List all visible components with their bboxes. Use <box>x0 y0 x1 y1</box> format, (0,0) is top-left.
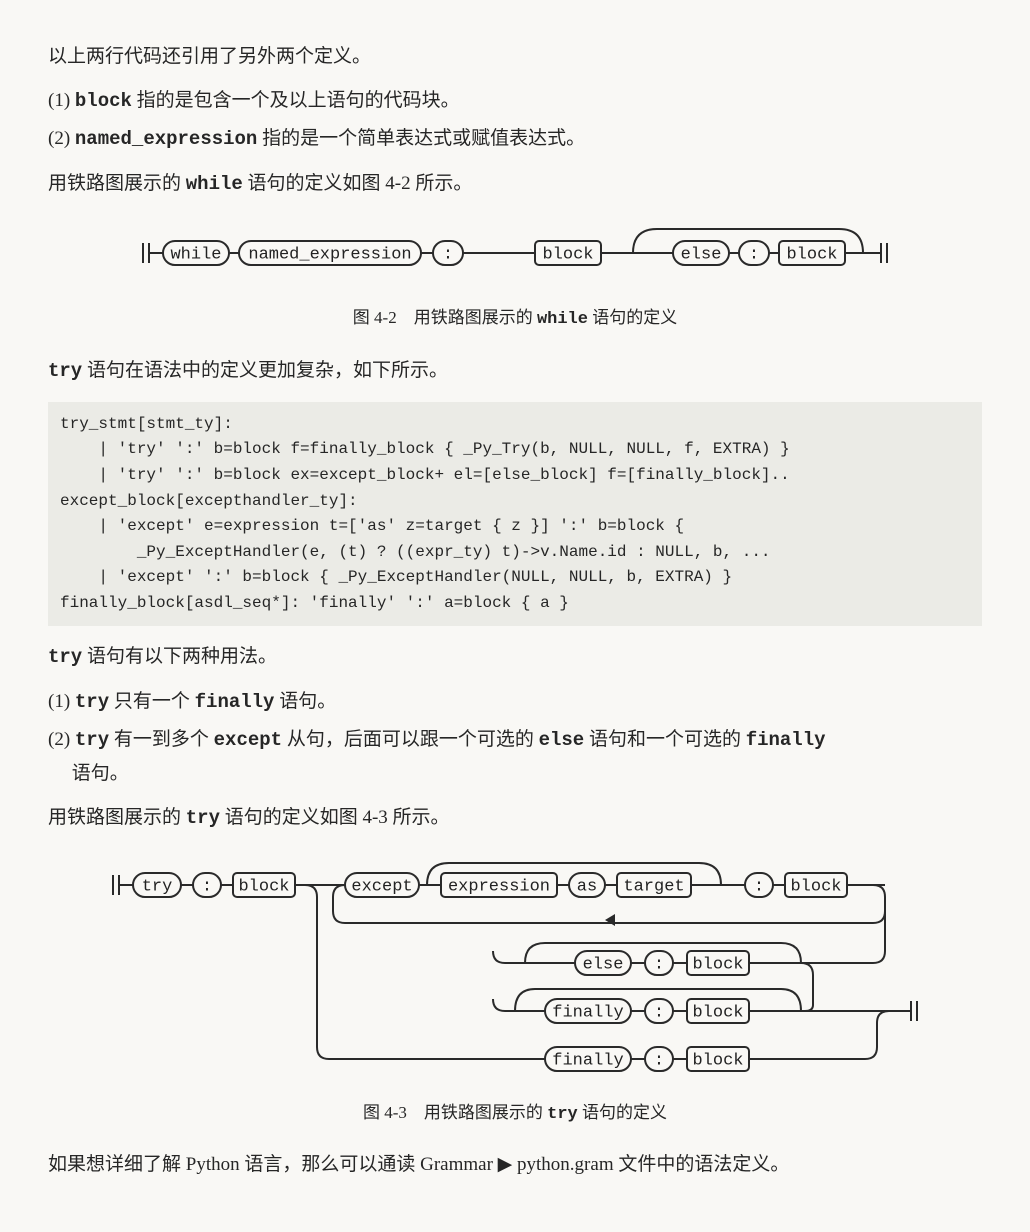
u2-e: 语句。 <box>67 763 129 784</box>
def2-suffix: 指的是一个简单表达式或赋值表达式。 <box>257 128 585 149</box>
def1-suffix: 指的是包含一个及以上语句的代码块。 <box>132 90 460 111</box>
definition-1: (1) block 指的是包含一个及以上语句的代码块。 <box>48 84 982 118</box>
definitions-list: (1) block 指的是包含一个及以上语句的代码块。 (2) named_ex… <box>48 84 982 156</box>
try-lead-text: 语句在语法中的定义更加复杂，如下所示。 <box>82 360 448 381</box>
t-expression: expression <box>448 878 550 897</box>
t-block-4: block <box>692 1004 743 1023</box>
t-colon-5: : <box>654 1052 664 1071</box>
triangle-icon: ▶ <box>498 1154 513 1175</box>
diagram-try: try : block except expression as target … <box>48 855 982 1087</box>
try-usage-text: 语句有以下两种用法。 <box>82 646 277 667</box>
def1-prefix: (1) <box>48 90 75 111</box>
try-lead-paragraph: try 语句在语法中的定义更加复杂，如下所示。 <box>48 354 982 388</box>
t-block-5: block <box>692 1052 743 1071</box>
fig43-code: try <box>547 1105 578 1124</box>
t-try: try <box>142 878 173 897</box>
while-lead-paragraph: 用铁路图展示的 while 语句的定义如图 4-2 所示。 <box>48 167 982 201</box>
try-usage-code: try <box>48 646 82 668</box>
u1-c1: try <box>75 691 109 713</box>
grammar-code-block: try_stmt[stmt_ty]: | 'try' ':' b=block f… <box>48 402 982 627</box>
token-named-expression: named_expression <box>248 245 411 264</box>
token-block-1: block <box>542 245 593 264</box>
u1-b: 只有一个 <box>109 691 195 712</box>
u2-c4: finally <box>746 729 826 751</box>
u2-c1: try <box>75 729 109 751</box>
try-lead-code: try <box>48 360 82 382</box>
t-except: except <box>351 878 412 897</box>
u2-a: (2) <box>48 729 75 750</box>
t-as: as <box>577 878 597 897</box>
t-finally-2: finally <box>552 1052 623 1071</box>
usage-list: (1) try 只有一个 finally 语句。 (2) try 有一到多个 e… <box>48 685 982 792</box>
try-diagram-lead: 用铁路图展示的 try 语句的定义如图 4-3 所示。 <box>48 801 982 835</box>
t-finally-1: finally <box>552 1004 623 1023</box>
token-while: while <box>170 245 221 264</box>
token-else: else <box>681 245 722 264</box>
usage-2: (2) try 有一到多个 except 从句，后面可以跟一个可选的 else … <box>48 723 982 791</box>
t-colon-1: : <box>202 878 212 897</box>
while-lead-a: 用铁路图展示的 <box>48 173 186 194</box>
u1-c: 语句。 <box>274 691 336 712</box>
fig-4-2-caption: 图 4-2 用铁路图展示的 while 语句的定义 <box>48 303 982 336</box>
fig-4-3-caption: 图 4-3 用铁路图展示的 try 语句的定义 <box>48 1098 982 1131</box>
fig43-b: 语句的定义 <box>578 1103 667 1122</box>
outro-b: python.gram 文件中的语法定义。 <box>512 1154 789 1175</box>
outro-a: 如果想详细了解 Python 语言，那么可以通读 Grammar <box>48 1154 498 1175</box>
u2-d: 语句和一个可选的 <box>584 729 746 750</box>
token-block-2: block <box>786 245 837 264</box>
def2-code: named_expression <box>75 128 257 150</box>
try-diag-a: 用铁路图展示的 <box>48 807 186 828</box>
try-usage-paragraph: try 语句有以下两种用法。 <box>48 640 982 674</box>
diagram-while: while named_expression : block else : bl… <box>48 221 982 293</box>
fig42-a: 图 4-2 用铁路图展示的 <box>353 308 537 327</box>
token-colon-1: : <box>443 245 453 264</box>
u1-c2: finally <box>195 691 275 713</box>
t-colon-2: : <box>754 878 764 897</box>
outro-paragraph: 如果想详细了解 Python 语言，那么可以通读 Grammar ▶ pytho… <box>48 1148 982 1182</box>
fig43-a: 图 4-3 用铁路图展示的 <box>363 1103 547 1122</box>
t-block-3: block <box>692 956 743 975</box>
t-else: else <box>583 956 624 975</box>
while-lead-b: 语句的定义如图 4-2 所示。 <box>243 173 473 194</box>
t-colon-4: : <box>654 1004 664 1023</box>
u2-b: 有一到多个 <box>109 729 214 750</box>
u2-c: 从句，后面可以跟一个可选的 <box>282 729 539 750</box>
u2-c3: else <box>539 729 585 751</box>
try-diag-code: try <box>186 807 220 829</box>
fig42-code: while <box>537 310 588 329</box>
intro-paragraph: 以上两行代码还引用了另外两个定义。 <box>48 40 982 74</box>
while-lead-code: while <box>186 173 243 195</box>
u2-c2: except <box>214 729 282 751</box>
def1-code: block <box>75 90 132 112</box>
fig42-b: 语句的定义 <box>588 308 677 327</box>
t-block-2: block <box>790 878 841 897</box>
t-block-1: block <box>238 878 289 897</box>
definition-2: (2) named_expression 指的是一个简单表达式或赋值表达式。 <box>48 122 982 156</box>
t-colon-3: : <box>654 956 664 975</box>
try-diag-b: 语句的定义如图 4-3 所示。 <box>220 807 450 828</box>
token-colon-2: : <box>749 245 759 264</box>
usage-1: (1) try 只有一个 finally 语句。 <box>48 685 982 719</box>
t-target: target <box>623 878 684 897</box>
u1-a: (1) <box>48 691 75 712</box>
def2-prefix: (2) <box>48 128 75 149</box>
